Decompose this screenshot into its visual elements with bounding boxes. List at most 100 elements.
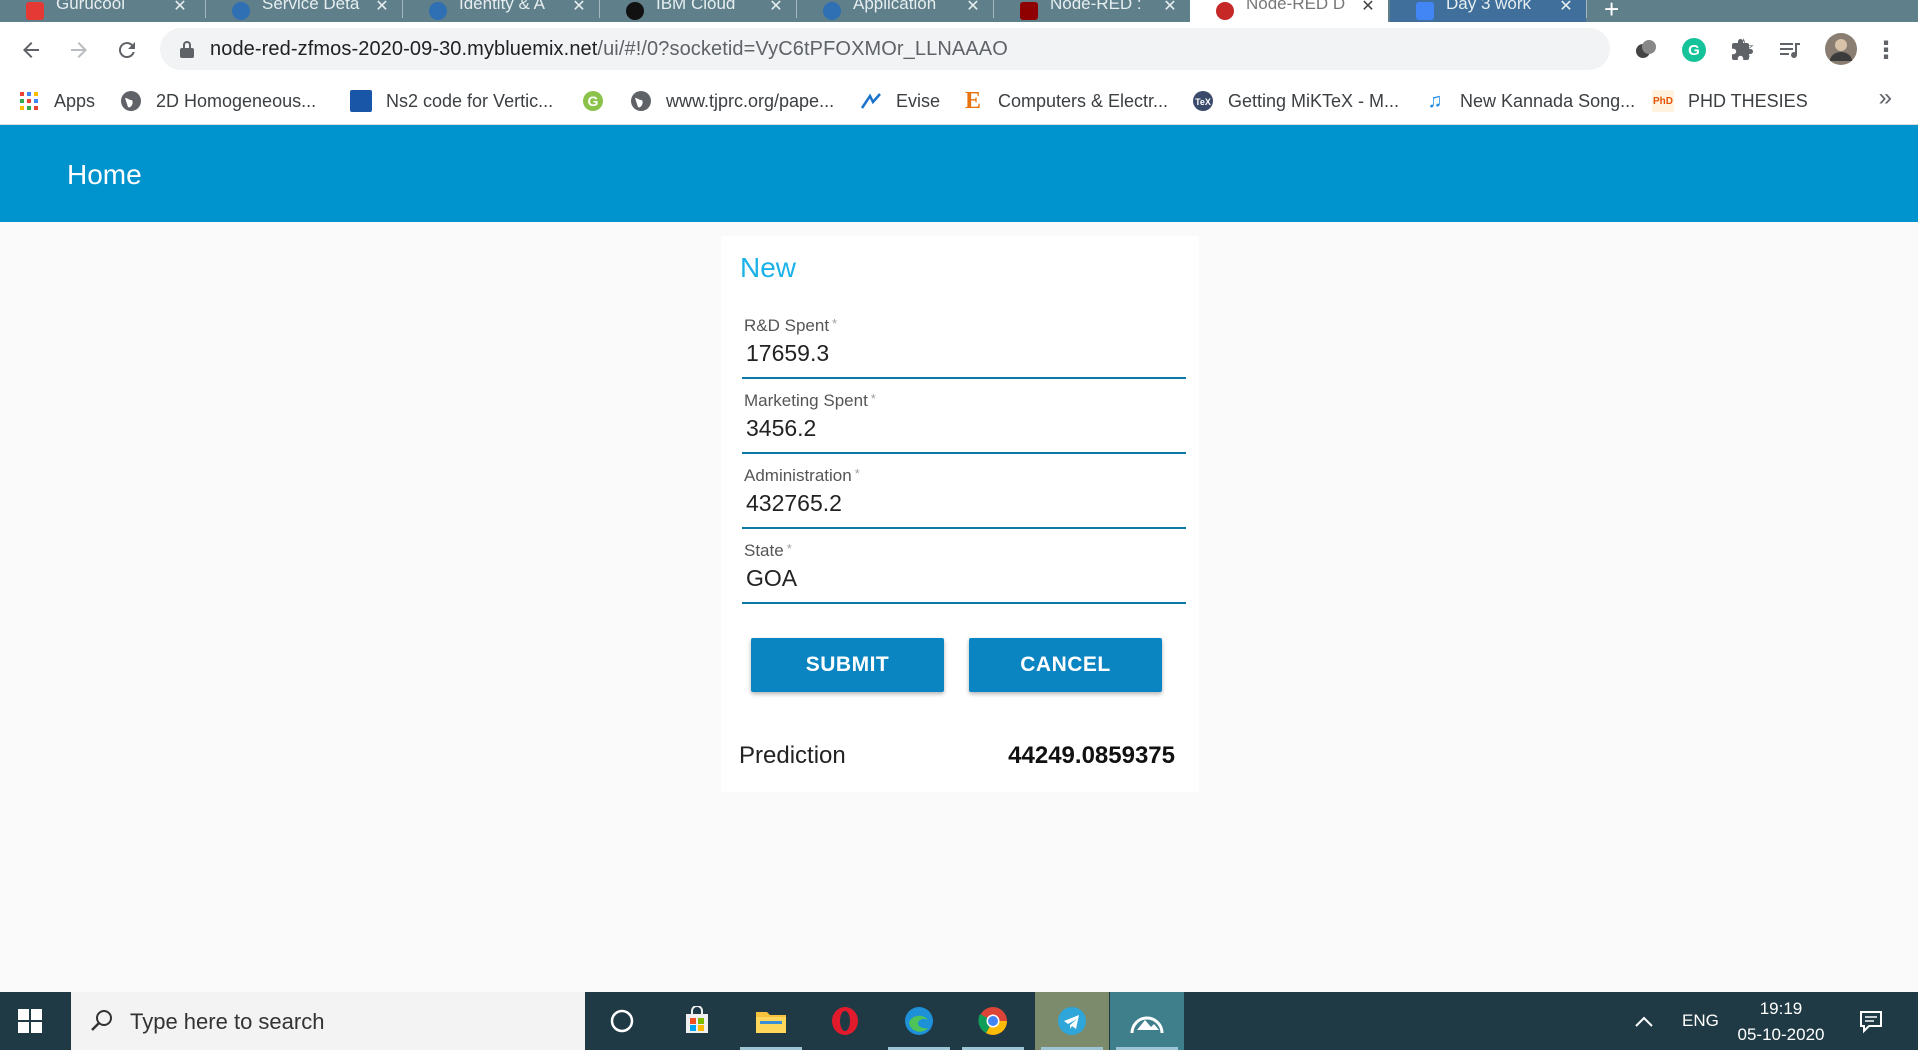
- bookmark-item[interactable]: PhD PHD THESIES: [1652, 87, 1808, 115]
- extension-icon[interactable]: [1632, 36, 1660, 64]
- tab-close-icon[interactable]: ✕: [374, 0, 390, 16]
- chrome-browser-icon[interactable]: [956, 992, 1030, 1050]
- browser-tab-active[interactable]: Node-RED D ✕: [1190, 0, 1388, 22]
- url-path: /ui/#!/0?socketid=VyC6tPFOXMOr_LLNAAAO: [597, 38, 1008, 60]
- grammarly-icon[interactable]: G: [1680, 36, 1708, 64]
- bookmark-item[interactable]: TeX Getting MiKTeX - M...: [1192, 87, 1399, 115]
- bookmark-item[interactable]: ♫ New Kannada Song...: [1424, 87, 1636, 115]
- show-hidden-icons-button[interactable]: [1634, 992, 1654, 1050]
- tab-title: Day 3 work: [1446, 0, 1532, 13]
- bookmark-item[interactable]: www.tjprc.org/pape...: [630, 87, 834, 115]
- ibm-cloud-favicon-icon: [232, 2, 250, 20]
- notifications-icon[interactable]: [1858, 992, 1884, 1050]
- browser-menu-icon[interactable]: ⋮: [1872, 36, 1900, 64]
- address-bar[interactable]: node-red-zfmos-2020-09-30.mybluemix.net/…: [160, 28, 1755, 70]
- field-label: Administration *: [744, 466, 860, 485]
- browser-tab[interactable]: Service Deta ✕: [206, 0, 402, 22]
- green-g-icon: G: [582, 90, 604, 112]
- miktex-icon: TeX: [1192, 90, 1214, 112]
- taskbar-search-box[interactable]: Type here to search: [71, 992, 585, 1050]
- telegram-icon[interactable]: [1035, 992, 1109, 1050]
- reload-button[interactable]: [110, 33, 144, 67]
- windows-start-button[interactable]: [18, 1009, 42, 1033]
- marketing-spent-field[interactable]: Marketing Spent *: [742, 391, 1186, 454]
- arrow-left-icon: [23, 42, 39, 58]
- page-title: Home: [67, 159, 142, 190]
- phd-icon: PhD: [1652, 90, 1674, 112]
- media-queue-icon[interactable]: [1776, 36, 1804, 64]
- field-label: Marketing Spent *: [744, 391, 876, 410]
- tab-title: Node-RED D: [1246, 0, 1346, 13]
- cancel-button[interactable]: CANCEL: [969, 638, 1162, 692]
- tab-close-icon[interactable]: ✕: [1558, 0, 1574, 16]
- tab-close-icon[interactable]: ✕: [965, 0, 981, 16]
- submit-button[interactable]: SUBMIT: [751, 638, 944, 692]
- form-card: New R&D Spent* Marketing Spent* Administ…: [721, 236, 1199, 792]
- browser-tab[interactable]: Day 3 work ✕: [1390, 0, 1586, 22]
- cortana-icon[interactable]: [585, 992, 659, 1050]
- ibm-cloud-favicon-icon: [429, 2, 447, 20]
- bookmark-label: New Kannada Song...: [1460, 90, 1636, 111]
- browser-tab[interactable]: IBM Cloud ✕: [600, 0, 796, 22]
- photos-app-icon[interactable]: [1110, 992, 1184, 1050]
- edge-browser-icon[interactable]: [882, 992, 956, 1050]
- url-text[interactable]: node-red-zfmos-2020-09-30.mybluemix.net/…: [210, 38, 1008, 61]
- evise-icon: [860, 90, 882, 112]
- clock-time: 19:19: [1759, 999, 1803, 1018]
- forward-button[interactable]: [62, 33, 96, 67]
- windows-taskbar: Type here to search ENG 19:19 05-10-2020: [0, 992, 1918, 1050]
- search-icon: [91, 1010, 112, 1031]
- svg-text:G: G: [588, 93, 599, 109]
- bookmark-item[interactable]: G: [582, 87, 618, 115]
- browser-tab[interactable]: Identity & A ✕: [403, 0, 599, 22]
- tab-close-icon[interactable]: ✕: [1360, 0, 1376, 16]
- tab-title: IBM Cloud: [656, 0, 736, 13]
- search-placeholder: Type here to search: [130, 1009, 325, 1034]
- marketing-spent-input[interactable]: [746, 415, 1176, 442]
- svg-text:TeX: TeX: [1195, 97, 1211, 107]
- prediction-label: Prediction: [739, 742, 846, 769]
- tab-close-icon[interactable]: ✕: [1162, 0, 1178, 16]
- bookmark-item[interactable]: Evise: [860, 87, 940, 115]
- google-docs-favicon-icon: [1416, 2, 1434, 20]
- rd-spent-input[interactable]: [746, 340, 1176, 367]
- bookmark-item[interactable]: 2D Homogeneous...: [120, 87, 316, 115]
- tab-close-icon[interactable]: ✕: [172, 0, 188, 16]
- tab-title: Gurucool: [56, 0, 125, 13]
- opera-browser-icon[interactable]: [808, 992, 882, 1050]
- lock-icon: [180, 41, 194, 58]
- bookmark-label: Evise: [896, 90, 941, 111]
- elsevier-e-icon: E: [964, 87, 981, 114]
- node-red-favicon-icon: [1020, 2, 1038, 20]
- rd-spent-field[interactable]: R&D Spent *: [742, 316, 1186, 379]
- bookmarks-overflow-button[interactable]: »: [1879, 84, 1892, 112]
- tab-close-icon[interactable]: ✕: [571, 0, 587, 16]
- tab-close-icon[interactable]: ✕: [768, 0, 784, 16]
- new-tab-button[interactable]: +: [1604, 0, 1619, 22]
- ns2-thumbnail-icon: [350, 90, 372, 112]
- file-explorer-icon[interactable]: [734, 992, 808, 1050]
- browser-tab[interactable]: Application ✕: [797, 0, 993, 22]
- microsoft-store-icon[interactable]: [660, 992, 734, 1050]
- profile-avatar[interactable]: [1824, 32, 1858, 66]
- administration-field[interactable]: Administration *: [742, 466, 1186, 529]
- bookmark-item[interactable]: E Computers & Electr...: [962, 87, 1168, 115]
- arrow-right-icon: [71, 42, 87, 58]
- browser-tab[interactable]: Gurucool ✕: [0, 0, 200, 22]
- extensions-puzzle-icon[interactable]: [1728, 36, 1756, 64]
- state-input[interactable]: [746, 565, 1176, 592]
- bookmark-item[interactable]: Ns2 code for Vertic...: [350, 87, 553, 115]
- state-field[interactable]: State *: [742, 541, 1186, 604]
- administration-input[interactable]: [746, 490, 1176, 517]
- back-button[interactable]: [14, 33, 48, 67]
- language-indicator[interactable]: ENG: [1682, 992, 1719, 1050]
- taskbar-clock[interactable]: 19:19 05-10-2020: [1718, 996, 1844, 1048]
- tab-title: Node-RED :: [1050, 0, 1142, 13]
- music-note-icon: ♫: [1427, 89, 1443, 112]
- browser-tab[interactable]: Node-RED : ✕: [994, 0, 1190, 22]
- globe-icon: [630, 90, 652, 112]
- youtube-favicon-icon: [26, 2, 44, 20]
- bookmark-item[interactable]: Apps: [18, 87, 95, 115]
- svg-text:G: G: [1688, 42, 1700, 59]
- tab-title: Identity & A: [459, 0, 545, 13]
